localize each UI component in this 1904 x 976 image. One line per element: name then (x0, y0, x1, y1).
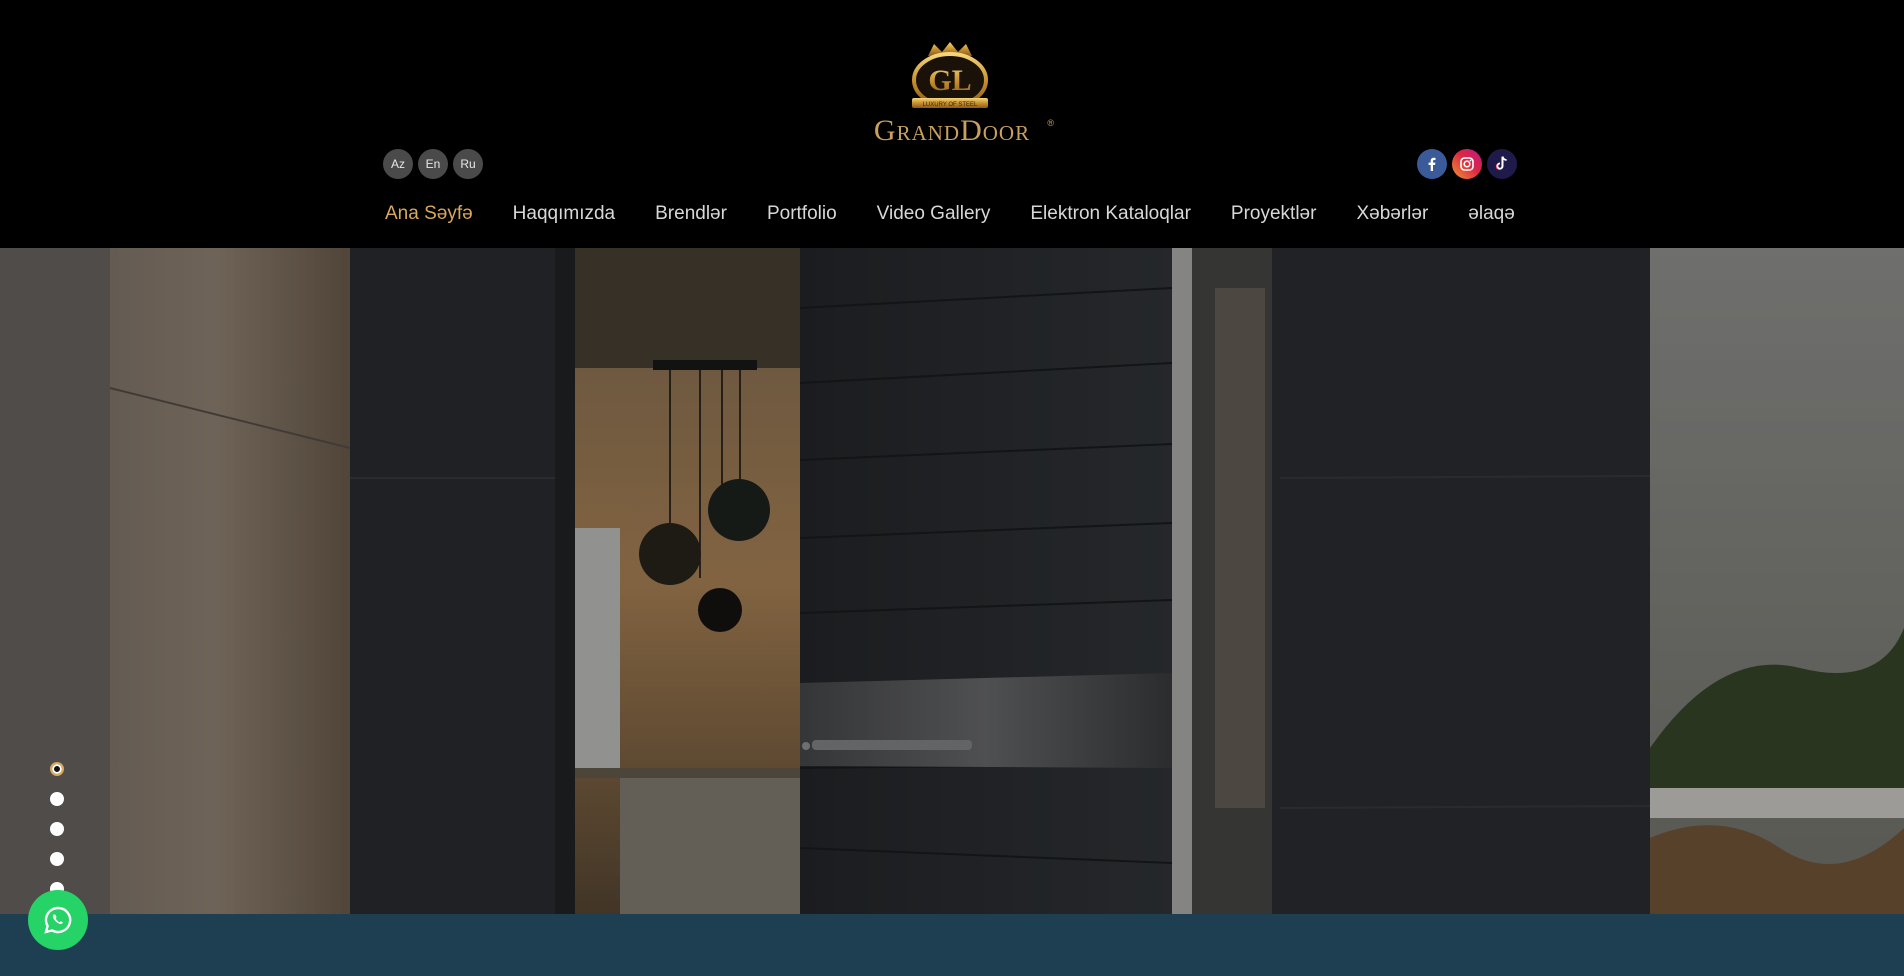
facebook-icon (1428, 157, 1436, 171)
slider-dot-3[interactable] (50, 822, 64, 836)
nav-item-brands[interactable]: Brendlər (655, 203, 727, 225)
instagram-link[interactable] (1452, 149, 1482, 179)
nav-item-news[interactable]: Xəbərlər (1356, 203, 1428, 225)
logo-emblem-icon: GL LUXURY OF STEEL (912, 42, 988, 108)
nav-item-home[interactable]: Ana Səyfə (385, 203, 473, 225)
lang-az-button[interactable]: Az (383, 149, 413, 179)
nav-item-video-gallery[interactable]: Video Gallery (877, 203, 991, 225)
hero-door-image (0, 248, 1904, 914)
nav-item-contact[interactable]: əlaqə (1468, 203, 1515, 225)
logo-registered-mark: ® (1047, 118, 1054, 128)
nav-item-portfolio[interactable]: Portfolio (767, 203, 837, 225)
slider-dot-2[interactable] (50, 792, 64, 806)
slider-dot-4[interactable] (50, 852, 64, 866)
whatsapp-icon (44, 906, 72, 934)
hero-slider (0, 248, 1904, 914)
tiktok-link[interactable] (1487, 149, 1517, 179)
site-header: GL LUXURY OF STEEL GrandDoor ® Az En Ru (0, 0, 1904, 248)
lang-ru-button[interactable]: Ru (453, 149, 483, 179)
slider-pagination (50, 762, 64, 896)
facebook-link[interactable] (1417, 149, 1447, 179)
svg-text:LUXURY OF STEEL: LUXURY OF STEEL (923, 102, 978, 108)
instagram-icon (1460, 157, 1474, 171)
nav-item-projects[interactable]: Proyektlər (1231, 203, 1317, 225)
logo-wordmark: GrandDoor (873, 114, 1031, 147)
main-nav: Ana Səyfə Haqqımızda Brendlər Portfolio … (385, 203, 1555, 225)
slider-dot-1[interactable] (50, 762, 64, 776)
nav-item-about[interactable]: Haqqımızda (513, 203, 615, 225)
site-logo[interactable]: GL LUXURY OF STEEL GrandDoor ® (850, 40, 1054, 150)
language-switcher: Az En Ru (383, 149, 483, 179)
next-section-band (0, 914, 1904, 976)
tiktok-icon (1495, 156, 1507, 171)
nav-item-catalogs[interactable]: Elektron Kataloqlar (1030, 203, 1191, 225)
whatsapp-button[interactable] (28, 890, 88, 950)
lang-en-button[interactable]: En (418, 149, 448, 179)
svg-text:GL: GL (928, 64, 971, 97)
social-links (1417, 149, 1517, 179)
